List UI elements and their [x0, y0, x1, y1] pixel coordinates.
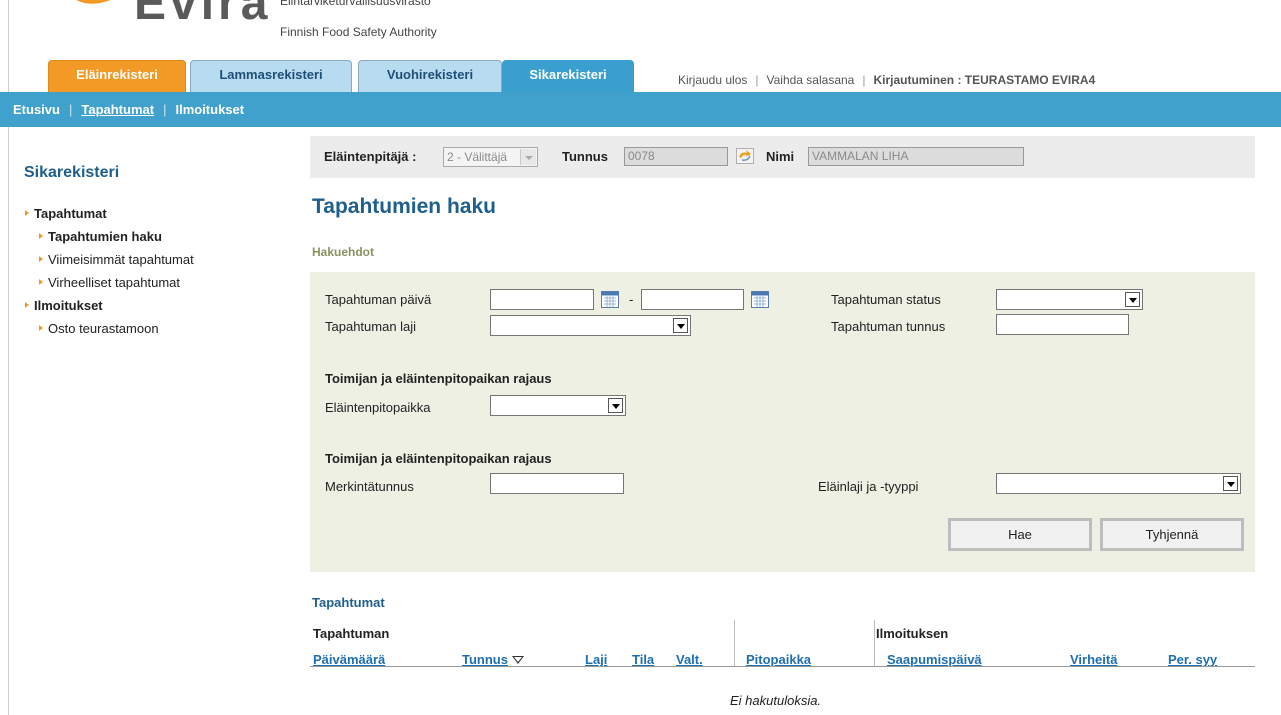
event-id-label: Tapahtuman tunnus — [831, 319, 946, 334]
section-title-1: Toimijan ja eläintenpitopaikan rajaus — [325, 371, 552, 386]
refresh-icon[interactable] — [736, 148, 754, 164]
keeper-label: Eläintenpitäjä : — [324, 149, 417, 164]
sidebar-item-label: Tapahtumat — [34, 206, 107, 221]
criteria-title: Hakuehdot — [312, 245, 375, 259]
logo-swoosh-icon — [76, 0, 111, 4]
arrow-icon — [39, 256, 43, 262]
holding-label: Eläintenpitopaikka — [325, 400, 431, 415]
nav-ilmoitukset[interactable]: Ilmoitukset — [175, 102, 244, 117]
col-per-syy[interactable]: Per. syy — [1168, 652, 1217, 667]
login-info: Kirjautuminen : TEURASTAMO EVIRA4 — [873, 73, 1096, 87]
status-select[interactable] — [996, 289, 1143, 310]
sidebar-item-ilmoitukset[interactable]: Ilmoitukset — [24, 294, 264, 317]
sidebar-item-tapahtumien-haku[interactable]: Tapahtumien haku — [24, 225, 264, 248]
nav-tapahtumat[interactable]: Tapahtumat — [81, 102, 154, 117]
report-group-header: Ilmoituksen — [876, 626, 949, 641]
sidebar: Sikarekisteri Tapahtumat Tapahtumien hak… — [24, 164, 264, 340]
chevron-down-icon — [608, 398, 623, 413]
agency-name-fi: Elintarviketurvallisuusvirasto — [280, 0, 431, 8]
search-panel: Tapahtuman päivä - Tapahtuman status Tap… — [310, 272, 1255, 572]
chevron-down-icon — [1223, 476, 1238, 491]
sidebar-item-label: Tapahtumien haku — [48, 229, 162, 244]
sidebar-item-label: Virheelliset tapahtumat — [48, 275, 181, 290]
tab-elainrekisteri[interactable]: Eläinrekisteri — [48, 60, 186, 92]
arrow-icon — [39, 325, 43, 331]
mark-label: Merkintätunnus — [325, 479, 414, 494]
keeper-select-value: 2 - Välittäjä — [447, 150, 508, 164]
page-title: Tapahtumien haku — [312, 195, 496, 218]
keeper-select[interactable]: 2 - Välittäjä — [443, 147, 538, 167]
divider: | — [755, 73, 759, 87]
calendar-icon[interactable] — [751, 291, 769, 308]
arrow-icon — [25, 302, 29, 308]
agency-name-en: Finnish Food Safety Authority — [280, 25, 437, 39]
tab-sikarekisteri[interactable]: Sikarekisteri — [502, 60, 634, 92]
keeper-bar: Eläintenpitäjä : 2 - Välittäjä Tunnus 00… — [310, 136, 1255, 178]
chevron-down-icon — [520, 149, 536, 165]
type-select[interactable] — [490, 315, 691, 336]
sidebar-item-label: Osto teurastamoon — [48, 321, 159, 336]
arrow-icon — [39, 279, 43, 285]
main-nav: Etusivu | Tapahtumat | Ilmoitukset — [0, 92, 1281, 127]
chevron-down-icon — [673, 318, 688, 333]
column-divider — [734, 620, 735, 666]
holding-select[interactable] — [490, 395, 626, 416]
arrow-icon — [39, 233, 43, 239]
arrow-icon — [25, 210, 29, 216]
col-laji[interactable]: Laji — [585, 652, 607, 667]
page: Evira Elintarviketurvallisuusvirasto Fin… — [0, 0, 1281, 715]
col-saapumispaiva[interactable]: Saapumispäivä — [887, 652, 982, 667]
sidebar-item-label: Ilmoitukset — [34, 298, 103, 313]
divider: | — [163, 102, 167, 117]
divider: | — [68, 102, 73, 117]
sidebar-item-label: Viimeisimmät tapahtumat — [48, 252, 194, 267]
name-field[interactable]: VAMMALAN LIHA — [808, 147, 1024, 166]
section-title-2: Toimijan ja eläintenpitopaikan rajaus — [325, 451, 552, 466]
id-label: Tunnus — [562, 149, 608, 164]
col-tunnus-label: Tunnus — [462, 652, 508, 667]
col-paivamaara[interactable]: Päivämäärä — [313, 652, 385, 667]
tab-lammasrekisteri[interactable]: Lammasrekisteri — [190, 60, 352, 92]
calendar-icon[interactable] — [601, 291, 619, 308]
column-divider — [874, 620, 875, 666]
mark-input[interactable] — [490, 473, 624, 494]
sidebar-item-viimeisimmat[interactable]: Viimeisimmät tapahtumat — [24, 248, 264, 271]
date-label: Tapahtuman päivä — [325, 292, 432, 307]
results-title: Tapahtumat — [312, 595, 385, 610]
status-label: Tapahtuman status — [831, 292, 941, 307]
results-table: Tapahtuman Ilmoituksen Päivämäärä Tunnus… — [310, 620, 1255, 680]
col-pitopaikka[interactable]: Pitopaikka — [746, 652, 811, 667]
col-virheita[interactable]: Virheitä — [1070, 652, 1117, 667]
type-label: Tapahtuman laji — [325, 319, 417, 334]
event-id-input[interactable] — [996, 314, 1129, 335]
sort-descending-icon — [511, 656, 524, 664]
logo-text: Evira — [134, 0, 272, 30]
col-valt[interactable]: Valt. — [676, 652, 703, 667]
date-separator: - — [629, 292, 634, 307]
table-header-divider — [310, 666, 1255, 667]
col-tila[interactable]: Tila — [632, 652, 654, 667]
event-group-header: Tapahtuman — [313, 626, 390, 641]
name-label: Nimi — [766, 149, 795, 164]
user-links: Kirjaudu ulos | Vaihda salasana | Kirjautumi… — [678, 73, 1095, 87]
species-label: Eläinlaji ja -tyyppi — [818, 479, 919, 494]
date-from-input[interactable] — [490, 289, 594, 310]
sidebar-title: Sikarekisteri — [24, 164, 120, 181]
date-to-input[interactable] — [641, 289, 744, 310]
nav-etusivu[interactable]: Etusivu — [13, 102, 60, 117]
chevron-down-icon — [1125, 292, 1140, 307]
sidebar-item-tapahtumat[interactable]: Tapahtumat — [24, 202, 264, 225]
empty-results-message: Ei hakutuloksia. — [730, 693, 822, 708]
clear-button[interactable]: Tyhjennä — [1100, 518, 1244, 551]
id-field[interactable]: 0078 — [624, 147, 728, 166]
sidebar-item-osto-teurastamoon[interactable]: Osto teurastamoon — [24, 317, 264, 340]
tab-vuohirekisteri[interactable]: Vuohirekisteri — [358, 60, 502, 92]
change-password-link[interactable]: Vaihda salasana — [767, 73, 855, 87]
logout-link[interactable]: Kirjaudu ulos — [678, 73, 747, 87]
col-tunnus[interactable]: Tunnus — [462, 652, 524, 667]
species-select[interactable] — [996, 473, 1241, 494]
sidebar-item-virheelliset[interactable]: Virheelliset tapahtumat — [24, 271, 264, 294]
divider: | — [862, 73, 866, 87]
search-button[interactable]: Hae — [948, 518, 1092, 551]
